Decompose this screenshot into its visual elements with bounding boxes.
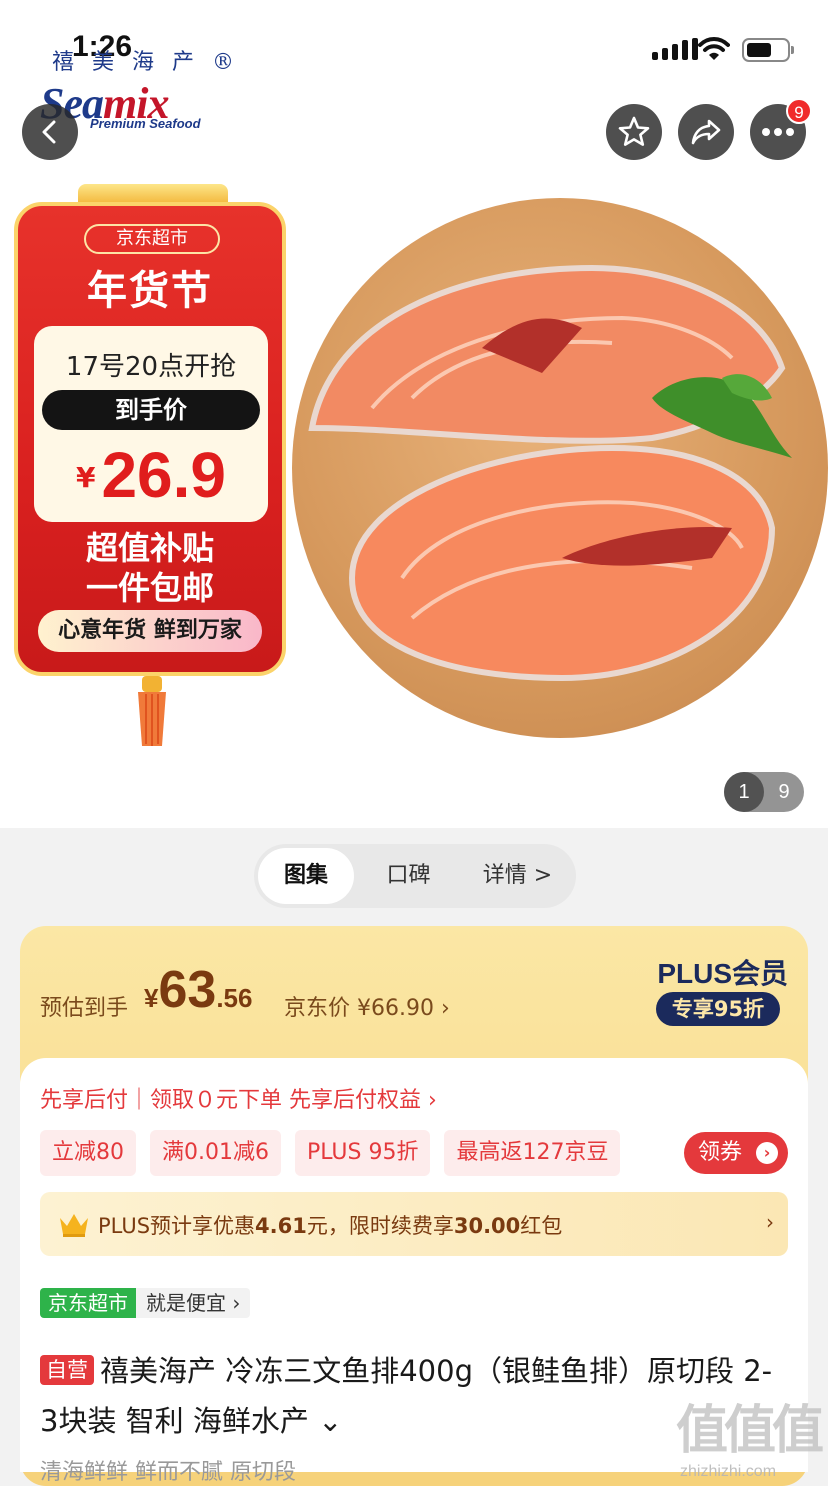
cellular-signal-icon <box>652 38 698 60</box>
discount-chip[interactable]: 最高返127京豆 <box>444 1130 621 1176</box>
promo-currency: ¥ <box>75 461 96 494</box>
site-watermark: 值值值 zhizhizhi.com <box>676 1388 826 1480</box>
discount-chip[interactable]: 立减80 <box>40 1130 136 1176</box>
promo-slogan-line-1: 超值补贴 <box>85 529 214 567</box>
more-button[interactable]: 9 <box>750 98 812 160</box>
battery-icon <box>742 38 794 62</box>
plus-member-logo: PLUS会员 <box>657 958 788 989</box>
tab-reviews[interactable]: 口碑 <box>354 848 463 904</box>
store-badge[interactable]: 京东超市 就是便宜 › <box>40 1288 251 1318</box>
gallery-total-pages: 9 <box>778 781 790 803</box>
chevron-left-icon <box>42 120 56 144</box>
tab-gallery[interactable]: 图集 <box>258 848 354 904</box>
plus-savings-text: PLUS预计享优惠4.61元，限时续费享30.00红包 <box>98 1214 563 1238</box>
promo-price-pill: 到手价 <box>42 390 260 430</box>
salmon-plate-image <box>292 198 828 738</box>
chevron-right-icon: › <box>756 1142 778 1164</box>
estimated-price: ¥63.56 <box>144 960 252 1020</box>
lantern-tassel <box>138 676 166 746</box>
discount-chips: 立减80 满0.01减6 PLUS 95折 最高返127京豆 <box>40 1130 621 1176</box>
brand-chinese-name: 禧美海产® <box>52 50 253 75</box>
brand-tagline: Premium Seafood <box>90 116 201 131</box>
back-button[interactable] <box>22 104 78 160</box>
share-icon <box>691 119 721 145</box>
price-decimal: .56 <box>216 983 253 1013</box>
promo-footer: 心意年货 鲜到万家 <box>38 610 262 652</box>
get-coupon-button[interactable]: 领券 › <box>684 1132 788 1174</box>
product-title-text: 禧美海产 冷冻三文鱼排400g（银鲑鱼排）原切段 2-3块装 智利 海鲜水产 ⌄ <box>40 1354 773 1438</box>
promo-price: ¥26.9 <box>34 438 268 512</box>
more-dots-icon <box>762 128 794 136</box>
watermark-logo: 值值值 <box>676 1401 824 1461</box>
pay-later-link[interactable]: 先享后付｜领取０元下单 先享后付权益 › <box>40 1082 437 1114</box>
discount-chip[interactable]: PLUS 95折 <box>294 1130 431 1176</box>
wifi-icon <box>698 37 730 60</box>
salmon-steaks-illustration <box>308 264 792 682</box>
plus-savings-bar[interactable]: PLUS预计享优惠4.61元，限时续费享30.00红包 › <box>40 1192 788 1256</box>
jd-price-link[interactable]: 京东价 ¥66.90 › <box>284 990 450 1022</box>
promo-tag: 京东超市 <box>84 224 220 254</box>
star-icon <box>618 116 650 146</box>
promo-price-value: 26.9 <box>101 439 227 511</box>
discount-chip[interactable]: 满0.01减6 <box>150 1130 281 1176</box>
favorite-button[interactable] <box>606 104 662 160</box>
gallery-current-page: 1 <box>724 772 764 812</box>
price-integer: 63 <box>158 961 217 1019</box>
estimated-price-label: 预估到手 <box>40 996 129 1021</box>
tab-details[interactable]: 详情 > <box>463 848 572 904</box>
store-slogan: 就是便宜 › <box>136 1288 251 1318</box>
gallery-page-indicator: 1 9 <box>724 772 804 812</box>
plus-discount-pill[interactable]: 专享95折 <box>656 992 780 1026</box>
store-name: 京东超市 <box>40 1288 136 1318</box>
more-notification-badge: 9 <box>786 98 812 124</box>
promo-slogan-line-2: 一件包邮 <box>85 569 214 607</box>
product-gallery[interactable]: 京东超市 年货节 17号20点开抢 到手价 ¥26.9 超值补贴 一件包邮 心意… <box>0 0 828 828</box>
promo-time: 17号20点开抢 <box>65 352 237 382</box>
price-currency: ¥ <box>144 983 159 1013</box>
product-subtitle: 清海鲜鲜 鲜而不腻 原切段 <box>40 1460 296 1485</box>
promo-lantern-banner[interactable]: 京东超市 年货节 17号20点开抢 到手价 ¥26.9 超值补贴 一件包邮 心意… <box>14 184 286 746</box>
get-coupon-label: 领券 <box>698 1140 743 1165</box>
promo-price-card: 17号20点开抢 到手价 ¥26.9 <box>34 326 268 522</box>
share-button[interactable] <box>678 104 734 160</box>
crown-icon <box>60 1214 88 1237</box>
chevron-right-icon: › <box>766 1210 774 1234</box>
watermark-url: zhizhizhi.com <box>680 1463 777 1480</box>
promo-headline: 年货节 <box>87 268 213 314</box>
section-tabs: 图集 口碑 详情 > <box>254 844 576 908</box>
promo-slogan: 超值补贴 一件包邮 <box>14 528 286 608</box>
self-operated-tag: 自营 <box>40 1355 94 1385</box>
